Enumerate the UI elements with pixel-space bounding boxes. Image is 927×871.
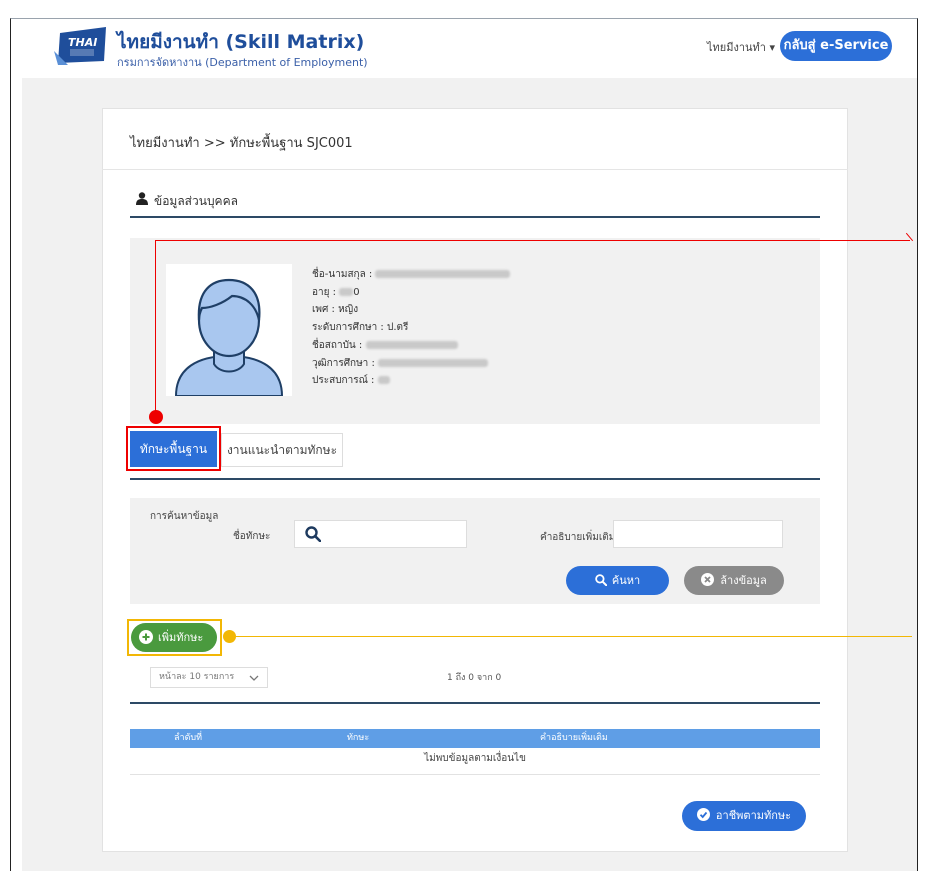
skill-name-label: ชื่อทักษะ (233, 531, 271, 542)
table-empty-row: ไม่พบข้อมูลตามเงื่อนไข (130, 748, 820, 775)
callout-marker-red (149, 410, 163, 424)
profile-education-row: ระดับการศึกษา : ป.ตรี (312, 319, 510, 337)
experience-label: ประสบการณ์ : (312, 375, 375, 387)
name-value-blurred (375, 270, 511, 278)
gender-label: เพศ : (312, 304, 335, 316)
column-header-description: คำอธิบายเพิ่มเติม (540, 733, 608, 743)
degree-label: วุฒิการศึกษา : (312, 357, 375, 369)
column-header-order: ลำดับที่ (174, 733, 203, 743)
page-size-select[interactable]: หน้าละ 10 รายการ (150, 667, 268, 688)
age-label: อายุ : (312, 286, 337, 298)
career-by-skill-button[interactable]: อาชีพตามทักษะ (682, 801, 806, 831)
institute-value-blurred (365, 340, 458, 349)
age-value: 0 (353, 286, 360, 298)
age-value-blurred (339, 287, 354, 296)
callout-highlight-yellow (127, 619, 222, 656)
description-input[interactable] (613, 520, 783, 548)
back-to-eservice-button[interactable]: กลับสู่ e-Service (780, 31, 892, 61)
search-button-icon (595, 574, 608, 587)
pagination-info: 1 ถึง 0 จาก 0 (447, 673, 502, 683)
clear-button-label: ล้างข้อมูล (720, 574, 767, 587)
clear-button[interactable]: ล้างข้อมูล (684, 566, 784, 595)
section-title-personal-info: ข้อมูลส่วนบุคคล (154, 194, 238, 208)
profile-degree-row: วุฒิการศึกษา : (312, 355, 510, 373)
search-button[interactable]: ค้นหา (566, 566, 669, 595)
gender-value: หญิง (338, 304, 359, 316)
institute-label: ชื่อสถาบัน : (312, 339, 363, 351)
degree-value-blurred (378, 358, 489, 367)
tabs-divider (130, 478, 820, 480)
user-icon (136, 192, 148, 205)
table-top-divider (130, 702, 820, 704)
thai-logo-icon: THAI (54, 27, 106, 65)
profile-gender-row: เพศ : หญิง (312, 301, 510, 319)
page-size-value: หน้าละ 10 รายการ (159, 672, 235, 682)
tab-recommended-jobs[interactable]: งานแนะนำตามทักษะ (221, 433, 343, 467)
callout-line-yellow (236, 636, 912, 637)
profile-info: ชื่อ-นามสกุล : อายุ : 0 เพศ : หญิง ระดับ… (312, 266, 511, 390)
divider (130, 216, 820, 218)
column-header-skill: ทักษะ (347, 733, 370, 743)
name-label: ชื่อ-นามสกุล : (312, 269, 373, 280)
breadcrumb: ไทยมีงานทำ >> ทักษะพื้นฐาน SJC001 (130, 136, 353, 151)
nav-dropdown-link[interactable]: ไทยมีงานทำ ▾ (707, 38, 775, 56)
search-button-label: ค้นหา (611, 574, 641, 587)
education-value: ป.ตรี (386, 322, 409, 334)
avatar-icon (166, 264, 292, 396)
chevron-down-icon (249, 675, 259, 681)
description-label: คำอธิบายเพิ่มเติม (540, 532, 616, 543)
search-caption: การค้นหาข้อมูล (150, 511, 219, 522)
profile-name-row: ชื่อ-นามสกุล : (312, 266, 511, 284)
profile-age-row: อายุ : 0 (312, 284, 510, 302)
profile-experience-row: ประสบการณ์ : (312, 372, 510, 390)
clear-x-icon (701, 573, 715, 586)
career-button-label: อาชีพตามทักษะ (715, 809, 792, 822)
callout-line-red-vertical (155, 240, 156, 412)
education-label: ระดับการศึกษา : (312, 322, 384, 334)
check-circle-icon (696, 808, 710, 821)
table-header: ลำดับที่ ทักษะ คำอธิบายเพิ่มเติม (130, 729, 820, 748)
callout-marker-yellow (223, 630, 236, 643)
app-subtitle: กรมการจัดหางาน (Department of Employment… (117, 56, 368, 69)
experience-value-blurred (377, 376, 390, 385)
logo-text: THAI (68, 36, 97, 49)
callout-line-red (155, 240, 910, 241)
callout-highlight-red (126, 426, 221, 471)
search-icon (305, 526, 321, 542)
profile-institute-row: ชื่อสถาบัน : (312, 337, 510, 355)
